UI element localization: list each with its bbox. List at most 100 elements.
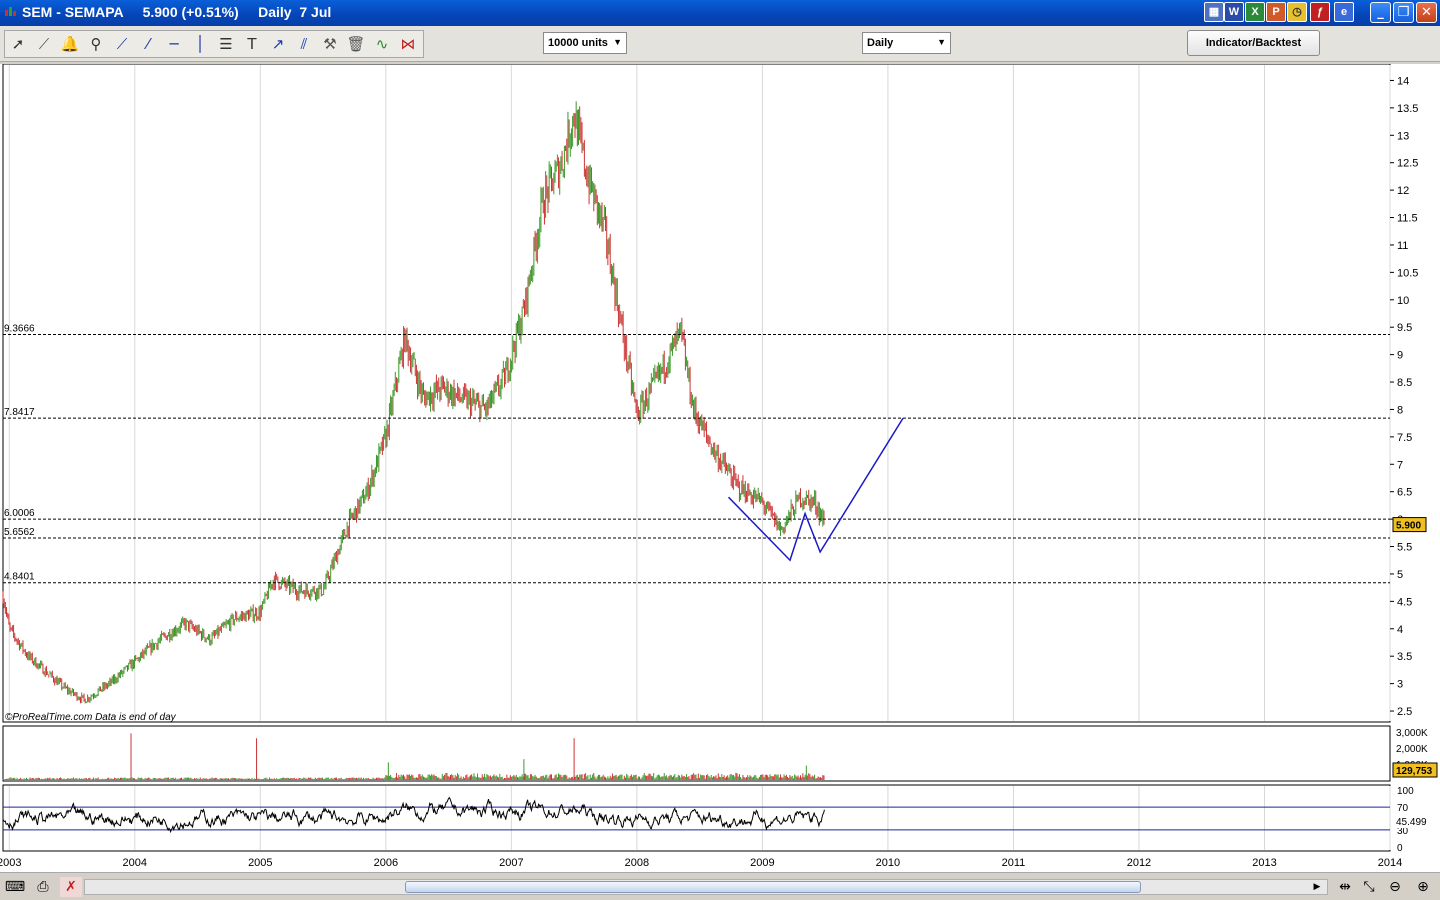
hline-label: 6.0006	[4, 508, 35, 519]
hline-label: 9.3666	[4, 324, 35, 335]
price-axis-label: 2.5	[1397, 706, 1412, 718]
flash-icon[interactable]: ƒ	[1310, 2, 1330, 22]
scroll-track[interactable]	[84, 879, 1328, 895]
year-label: 2010	[876, 857, 900, 869]
trendline-icon[interactable]: ⁄	[137, 33, 159, 55]
period-select[interactable]: Daily ▼	[862, 32, 951, 54]
year-label: 2003	[0, 857, 22, 869]
keyboard-icon[interactable]: ⌨	[4, 877, 26, 897]
price-axis-label: 13	[1397, 130, 1409, 142]
year-label: 2011	[1002, 857, 1026, 869]
price-axis-label: 14	[1397, 75, 1409, 87]
price-axis-label: 6.5	[1397, 487, 1412, 499]
indicator-line-icon[interactable]: ∿	[371, 33, 393, 55]
price-axis-label: 8.5	[1397, 377, 1412, 389]
app-logo-icon	[5, 7, 16, 16]
title-bar: SEM - SEMAPA 5.900 (+0.51%) Daily 7 Jul …	[0, 0, 1440, 26]
fit-icon[interactable]: ⇹	[1334, 877, 1356, 897]
chevron-down-icon: ▼	[937, 37, 946, 47]
year-label: 2007	[499, 857, 523, 869]
volume-axis-label: 3,000K	[1396, 728, 1428, 739]
chart-area[interactable]: 9.3666 7.8417 6.0006 5.6562 4.8401 2003 2004 2…	[0, 64, 1440, 872]
fibonacci-icon[interactable]: ☰	[215, 33, 237, 55]
chart-footer: ©ProRealTime.com Data is end of day	[5, 712, 177, 723]
price-axis-label: 9	[1397, 350, 1403, 362]
close-button[interactable]: ✕	[1416, 2, 1437, 23]
price-axis-label: 3	[1397, 679, 1403, 691]
horizontal-line-icon[interactable]: ─	[163, 33, 185, 55]
rsi-axis-label: 100	[1397, 786, 1414, 797]
price-axis-label: 4.5	[1397, 596, 1412, 608]
price-axis-label: 12.5	[1397, 158, 1418, 170]
price-axis-label: 7	[1397, 459, 1403, 471]
zoom-in-icon[interactable]: ⊕	[1412, 877, 1434, 897]
volume-axis-label: 2,000K	[1396, 744, 1428, 755]
year-label: 2012	[1127, 857, 1151, 869]
vertical-line-icon[interactable]: │	[189, 33, 211, 55]
drawing-tools: ➚ ⟋ 🔔 ⚲ ⟋ ⁄ ─ │ ☰ T ↗ ⫽ ⚒ 🗑 ∿ ⋈	[4, 30, 424, 58]
price-axis-label: 3.5	[1397, 651, 1412, 663]
no-crosshair-icon[interactable]: ✗	[60, 877, 82, 897]
rsi-last-label: 45.499	[1396, 817, 1427, 828]
year-label: 2014	[1378, 857, 1402, 869]
period-value: Daily	[867, 37, 894, 49]
rsi-axis-label: 0	[1397, 843, 1403, 854]
volume-panel	[2, 725, 1391, 782]
hline-label: 5.6562	[4, 527, 35, 538]
price-axis-label: 10	[1397, 295, 1409, 307]
year-label: 2009	[750, 857, 774, 869]
price-axis-label: 11.5	[1397, 213, 1418, 225]
price-axis-label: 11	[1397, 240, 1408, 252]
year-label: 2006	[374, 857, 398, 869]
year-label: 2005	[248, 857, 272, 869]
hline-label: 7.8417	[4, 407, 35, 418]
status-bar: ⌨ ⎙ ✗ ◀ ▶ ⇹ ⤡ ⊖ ⊕	[0, 872, 1440, 900]
rsi-axis-label: 70	[1397, 803, 1409, 814]
excel-icon[interactable]: X	[1245, 2, 1265, 22]
clock-icon[interactable]: ◷	[1287, 2, 1307, 22]
trash-icon[interactable]: 🗑	[345, 33, 367, 55]
volume-last-label: 129,753	[1396, 766, 1433, 777]
scroll-thumb[interactable]	[405, 881, 1141, 893]
pointer-icon[interactable]: ➚	[7, 33, 29, 55]
ruler-icon[interactable]: ⟋	[33, 33, 55, 55]
price-axis-label: 8	[1397, 404, 1403, 416]
year-label: 2013	[1252, 857, 1276, 869]
price-axis-label: 5.5	[1397, 542, 1412, 554]
zoom-icon[interactable]: ⚲	[85, 33, 107, 55]
year-label: 2008	[625, 857, 649, 869]
rsi-panel	[2, 784, 1391, 852]
price-axis-label: 9.5	[1397, 322, 1412, 334]
segment-icon[interactable]: ⟋	[111, 33, 133, 55]
indicator-backtest-button[interactable]: Indicator/Backtest	[1187, 30, 1320, 56]
restore-button[interactable]: ❐	[1393, 2, 1414, 23]
year-label: 2004	[123, 857, 147, 869]
units-value: 10000 units	[548, 37, 608, 49]
last-price-label: 5.900	[1396, 521, 1421, 532]
zoom-area-icon[interactable]: ⤡	[1358, 877, 1380, 897]
arrow-tool-icon[interactable]: ↗	[267, 33, 289, 55]
parallel-lines-icon[interactable]: ⫽	[293, 33, 315, 55]
text-tool-icon[interactable]: T	[241, 33, 263, 55]
word-icon[interactable]: W	[1224, 2, 1244, 22]
price-axis-label: 4	[1397, 624, 1403, 636]
tools-icon[interactable]: ⚒	[319, 33, 341, 55]
powerpoint-icon[interactable]: P	[1266, 2, 1286, 22]
alarm-bell-icon[interactable]: 🔔	[59, 33, 81, 55]
units-select[interactable]: 10000 units ▼	[543, 32, 627, 54]
price-axis-label: 7.5	[1397, 432, 1412, 444]
price-axis-label: 12	[1397, 185, 1409, 197]
price-panel	[2, 64, 1391, 723]
print-icon[interactable]: ⎙	[32, 877, 54, 897]
minimize-button[interactable]: _	[1370, 2, 1391, 23]
zoom-out-icon[interactable]: ⊖	[1384, 877, 1406, 897]
pattern-icon[interactable]: ⋈	[397, 33, 419, 55]
app-icon-generic[interactable]: ▦	[1204, 2, 1224, 22]
scroll-right-icon[interactable]: ▶	[1310, 877, 1324, 897]
toolbar: ➚ ⟋ 🔔 ⚲ ⟋ ⁄ ─ │ ☰ T ↗ ⫽ ⚒ 🗑 ∿ ⋈ 10000 un…	[0, 26, 1440, 62]
price-axis-label: 10.5	[1397, 267, 1418, 279]
chevron-down-icon: ▼	[613, 37, 622, 47]
chart-canvas[interactable]: 9.3666 7.8417 6.0006 5.6562 4.8401 2003 2004 2…	[0, 64, 1440, 872]
window-title: SEM - SEMAPA 5.900 (+0.51%) Daily 7 Jul	[22, 4, 332, 20]
ie-icon[interactable]: e	[1334, 2, 1354, 22]
